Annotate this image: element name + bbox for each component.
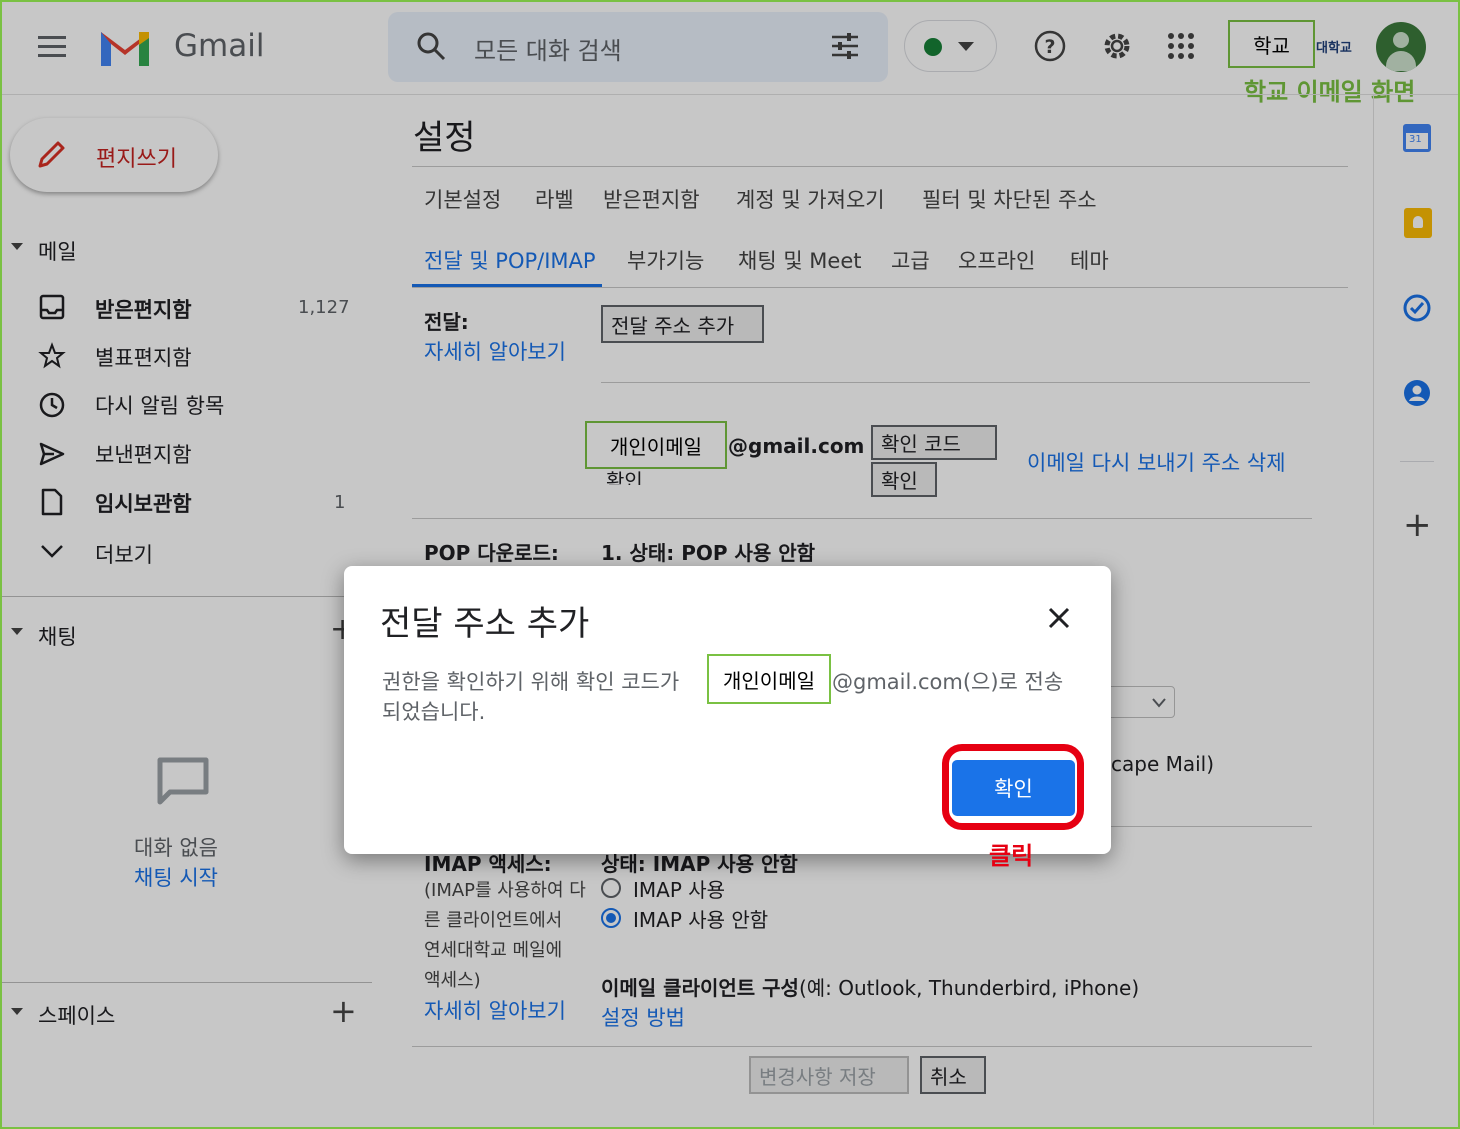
dialog-personal-email-annotation: 개인이메일 xyxy=(707,654,831,704)
close-icon[interactable] xyxy=(1047,606,1071,630)
click-annotation: 클릭 xyxy=(989,842,1034,870)
dialog-title: 전달 주소 추가 xyxy=(380,604,590,644)
dialog-personal-email: 개인이메일 xyxy=(723,668,815,693)
click-highlight-ring xyxy=(942,744,1084,830)
dialog-message-line2: 되었습니다. xyxy=(382,700,486,724)
modal-backdrop xyxy=(2,2,1458,1127)
dialog-message-post: @gmail.com(으)로 전송 xyxy=(832,670,1064,694)
dialog-message-pre: 권한을 확인하기 위해 확인 코드가 xyxy=(382,670,680,694)
